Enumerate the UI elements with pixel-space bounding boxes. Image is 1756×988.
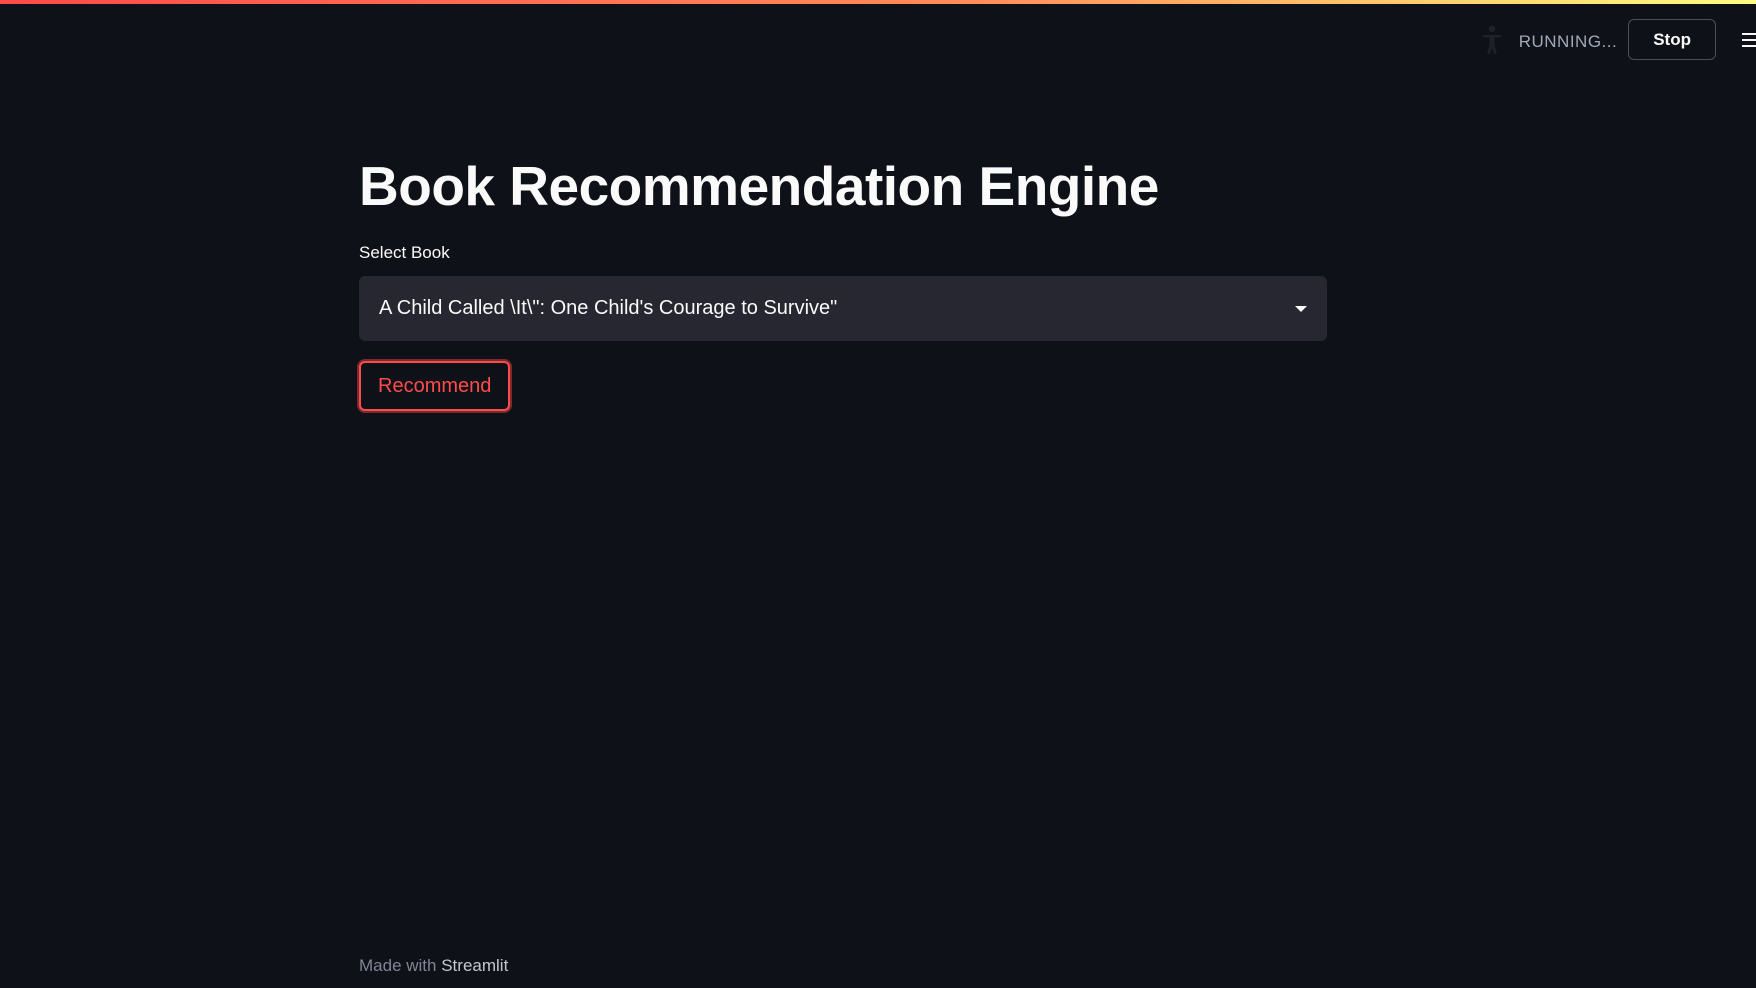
- recommend-button[interactable]: Recommend: [359, 361, 511, 411]
- page-title: Book Recommendation Engine: [359, 155, 1159, 217]
- select-book-label: Select Book: [359, 243, 450, 262]
- hamburger-menu-icon[interactable]: [1742, 31, 1756, 49]
- chevron-down-icon[interactable]: [1295, 305, 1307, 312]
- status-text: RUNNING...: [1518, 31, 1618, 51]
- footer-prefix: Made with: [359, 956, 437, 975]
- stop-button[interactable]: Stop: [1628, 19, 1716, 60]
- book-select[interactable]: A Child Called \It\": One Child's Courag…: [359, 276, 1327, 341]
- streamlit-link[interactable]: Streamlit: [441, 956, 508, 975]
- main-content: Book Recommendation Engine Select Book A…: [359, 150, 1327, 411]
- top-decoration-bar: [0, 0, 1756, 4]
- toolbar: RUNNING... Stop: [1477, 19, 1756, 60]
- running-man-icon: [1477, 25, 1507, 55]
- footer: Made with Streamlit: [359, 956, 508, 976]
- selected-book-value: A Child Called \It\": One Child's Courag…: [379, 297, 838, 319]
